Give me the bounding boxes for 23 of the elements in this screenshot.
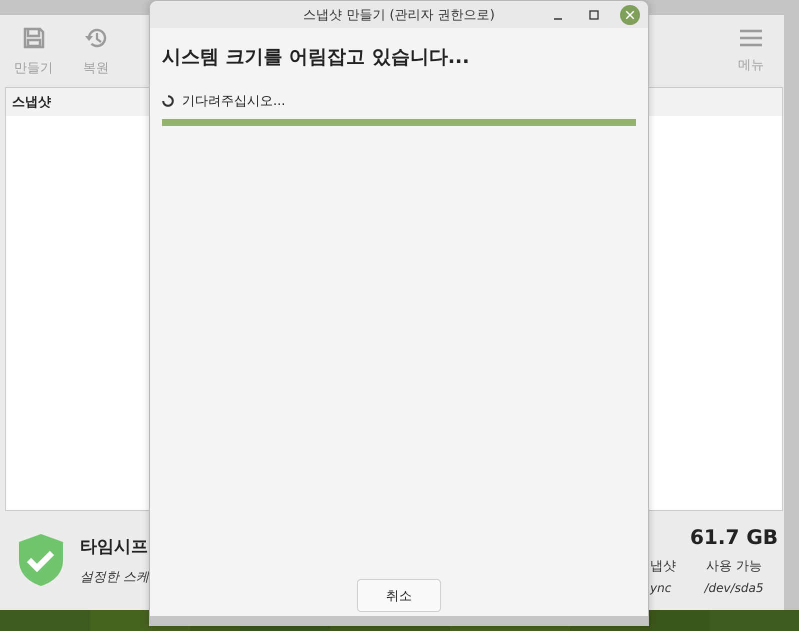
toolbar-button[interactable]: 복원: [77, 22, 115, 80]
shield-check-icon: [18, 533, 64, 587]
cancel-button[interactable]: 취소: [357, 579, 441, 612]
dialog-heading: 시스템 크기를 어림잡고 있습니다...: [162, 45, 470, 70]
stat-device: ync: [650, 581, 672, 595]
status-subtitle: 설정한 스케: [80, 568, 150, 586]
maximize-icon: [589, 10, 599, 20]
spinner-icon: [162, 95, 174, 107]
status-message: 기다려주십시오...: [182, 93, 286, 110]
close-button[interactable]: [620, 4, 640, 24]
stat-label: 냅샷: [650, 558, 676, 575]
save-icon: [22, 26, 46, 50]
window-title: 스냅샷 만들기 (관리자 권한으로): [302, 6, 496, 24]
stat-label: 사용 가능: [706, 558, 762, 575]
toolbar-button[interactable]: 만들기: [8, 22, 59, 80]
stat-device: /dev/sda5: [704, 581, 764, 595]
menu-button[interactable]: 메뉴: [732, 24, 770, 78]
menu-icon: [740, 28, 762, 46]
minimize-icon: [554, 18, 562, 20]
close-icon: [626, 10, 634, 18]
status-title: 타임시프: [80, 536, 149, 558]
column-header[interactable]: 스냅샷: [12, 93, 51, 111]
stat-value: 61.7 GB: [690, 525, 778, 551]
